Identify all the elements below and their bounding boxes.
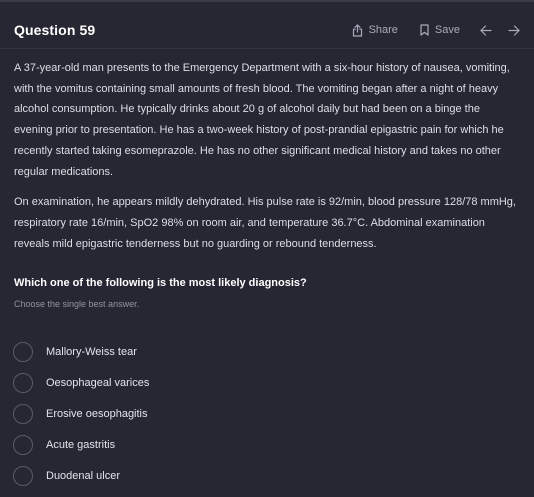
answer-option[interactable]: Acute gastritis <box>13 429 413 460</box>
radio-button[interactable] <box>13 341 33 362</box>
header-actions: Share Save <box>352 23 520 37</box>
option-label: Oesophageal varices <box>46 376 150 389</box>
option-label: Mallory-Weiss tear <box>46 345 137 358</box>
question-stem: A 37-year-old man presents to the Emerge… <box>14 58 519 264</box>
arrow-left-icon <box>480 24 492 36</box>
radio-button[interactable] <box>13 403 33 424</box>
next-question-button[interactable] <box>508 24 520 36</box>
stem-paragraph: On examination, he appears mildly dehydr… <box>14 196 516 250</box>
header-divider <box>0 48 534 49</box>
answer-option[interactable]: Mallory-Weiss tear <box>13 336 413 367</box>
page-title: Question 59 <box>14 22 96 38</box>
question-header: Question 59 Share Save <box>0 0 534 60</box>
bookmark-icon <box>420 24 429 36</box>
option-label: Erosive oesophagitis <box>46 407 148 420</box>
radio-button[interactable] <box>13 434 33 455</box>
answer-option[interactable]: Oesophageal varices <box>13 367 413 398</box>
answer-option[interactable]: Erosive oesophagitis <box>13 398 413 429</box>
answer-option[interactable]: Duodenal ulcer <box>13 460 413 491</box>
share-icon <box>352 23 363 37</box>
save-label: Save <box>434 24 460 36</box>
answer-options: Mallory-Weiss tear Oesophageal varices E… <box>13 336 413 491</box>
answer-instruction: Choose the single best answer. <box>14 299 140 309</box>
radio-button[interactable] <box>13 465 33 486</box>
share-label: Share <box>368 24 398 36</box>
previous-question-button[interactable] <box>480 24 492 36</box>
share-button[interactable]: Share <box>352 23 398 37</box>
question-page: Question 59 Share Save A 37-year-old man… <box>0 0 534 497</box>
radio-button[interactable] <box>13 372 33 393</box>
option-label: Duodenal ulcer <box>46 469 120 482</box>
save-button[interactable]: Save <box>420 24 460 36</box>
arrow-right-icon <box>508 24 520 36</box>
option-label: Acute gastritis <box>46 438 116 451</box>
question-text: Which one of the following is the most l… <box>14 277 307 289</box>
stem-paragraph: A 37-year-old man presents to the Emerge… <box>14 62 510 178</box>
